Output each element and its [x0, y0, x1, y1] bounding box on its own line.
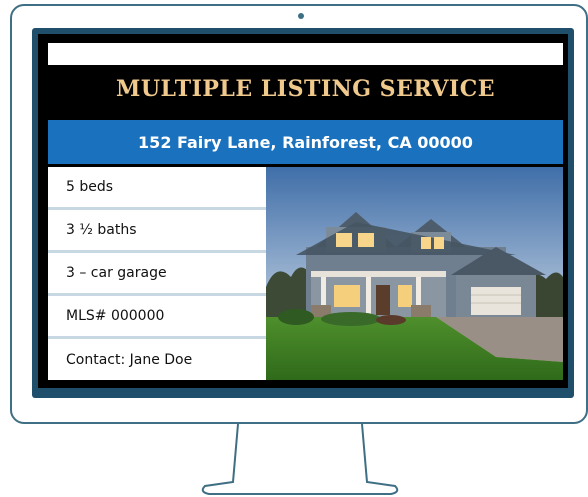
address-text: 152 Fairy Lane, Rainforest, CA 00000: [138, 132, 473, 152]
camera-dot-icon: [298, 13, 304, 19]
detail-mls-number: MLS# 000000: [48, 296, 266, 336]
page-title: MULTIPLE LISTING SERVICE: [116, 76, 495, 102]
detail-baths: 3 ½ baths: [48, 210, 266, 250]
detail-contact: Contact: Jane Doe: [48, 339, 266, 380]
monitor-stand-icon: [201, 424, 399, 495]
top-white-bar: [48, 43, 563, 65]
detail-beds: 5 beds: [48, 167, 266, 207]
house-photo: [266, 167, 563, 380]
listing-details: 5 beds 3 ½ baths 3 – car garage MLS# 000…: [48, 167, 266, 380]
address-bar: 152 Fairy Lane, Rainforest, CA 00000: [48, 120, 563, 164]
detail-garage: 3 – car garage: [48, 253, 266, 293]
house-photo-icon: [266, 167, 563, 380]
